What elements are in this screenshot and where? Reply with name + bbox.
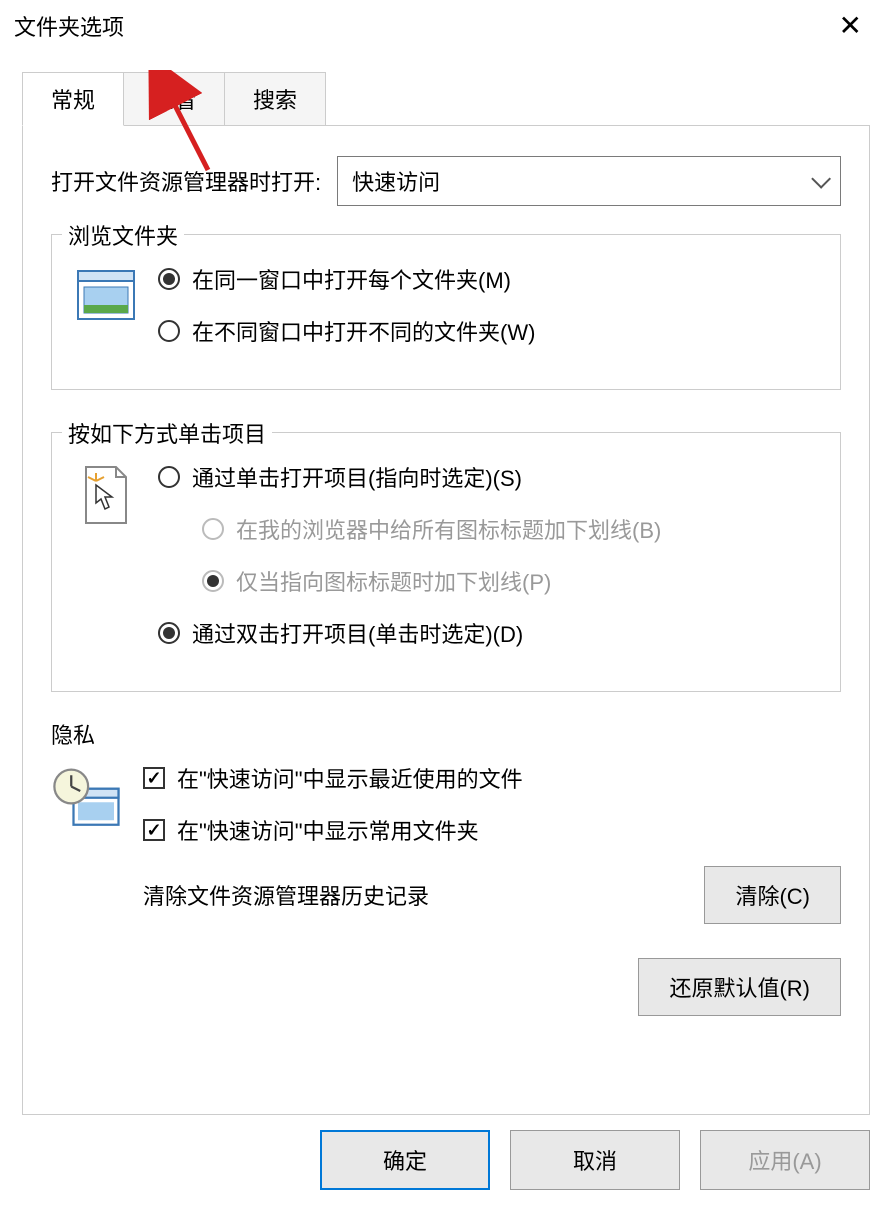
tab-view[interactable]: 查看 bbox=[123, 72, 225, 126]
chevron-down-icon bbox=[811, 169, 831, 189]
radio-icon bbox=[158, 622, 180, 644]
radio-label: 在同一窗口中打开每个文件夹(M) bbox=[192, 263, 511, 295]
open-explorer-dropdown[interactable]: 快速访问 bbox=[337, 156, 841, 206]
radio-label: 在不同窗口中打开不同的文件夹(W) bbox=[192, 315, 535, 347]
tab-panel-general: 打开文件资源管理器时打开: 快速访问 浏览文件夹 在同一窗口中打开每个文件夹(M… bbox=[22, 125, 870, 1115]
clear-history-label: 清除文件资源管理器历史记录 bbox=[143, 879, 429, 911]
privacy-legend: 隐私 bbox=[51, 718, 101, 750]
open-explorer-row: 打开文件资源管理器时打开: 快速访问 bbox=[51, 156, 841, 206]
radio-icon bbox=[202, 518, 224, 540]
restore-defaults-button[interactable]: 还原默认值(R) bbox=[638, 958, 841, 1016]
radio-different-window[interactable]: 在不同窗口中打开不同的文件夹(W) bbox=[158, 315, 818, 347]
folder-window-icon bbox=[74, 265, 138, 329]
radio-single-click[interactable]: 通过单击打开项目(指向时选定)(S) bbox=[158, 461, 818, 493]
browse-folders-legend: 浏览文件夹 bbox=[62, 219, 184, 251]
checkbox-icon bbox=[143, 767, 165, 789]
radio-label: 通过单击打开项目(指向时选定)(S) bbox=[192, 461, 522, 493]
radio-icon bbox=[158, 268, 180, 290]
radio-double-click[interactable]: 通过双击打开项目(单击时选定)(D) bbox=[158, 617, 818, 649]
restore-row: 还原默认值(R) bbox=[51, 958, 841, 1016]
radio-underline-hover: 仅当指向图标标题时加下划线(P) bbox=[202, 565, 818, 597]
browse-folders-group: 浏览文件夹 在同一窗口中打开每个文件夹(M) 在不同窗口中打开不同的文件夹(W) bbox=[51, 234, 841, 390]
close-button[interactable]: ✕ bbox=[827, 8, 874, 44]
cancel-button[interactable]: 取消 bbox=[510, 1130, 680, 1190]
radio-same-window[interactable]: 在同一窗口中打开每个文件夹(M) bbox=[158, 263, 818, 295]
radio-icon bbox=[158, 320, 180, 342]
radio-icon bbox=[158, 466, 180, 488]
click-items-group: 按如下方式单击项目 通过单击打开项目(指向时选定)(S) bbox=[51, 432, 841, 692]
history-clock-icon bbox=[51, 764, 123, 836]
radio-icon bbox=[202, 570, 224, 592]
window-title: 文件夹选项 bbox=[14, 10, 124, 42]
apply-button: 应用(A) bbox=[700, 1130, 870, 1190]
check-frequent-folders[interactable]: 在"快速访问"中显示常用文件夹 bbox=[143, 814, 841, 846]
dropdown-value: 快速访问 bbox=[352, 165, 440, 197]
checkbox-icon bbox=[143, 819, 165, 841]
tab-general[interactable]: 常规 bbox=[22, 72, 124, 126]
tab-search[interactable]: 搜索 bbox=[224, 72, 326, 126]
dialog-footer: 确定 取消 应用(A) bbox=[320, 1130, 870, 1190]
clear-history-row: 清除文件资源管理器历史记录 清除(C) bbox=[143, 866, 841, 924]
check-label: 在"快速访问"中显示常用文件夹 bbox=[177, 814, 479, 846]
radio-underline-all: 在我的浏览器中给所有图标标题加下划线(B) bbox=[202, 513, 818, 545]
click-document-icon bbox=[74, 463, 138, 527]
radio-label: 通过双击打开项目(单击时选定)(D) bbox=[192, 617, 523, 649]
click-items-legend: 按如下方式单击项目 bbox=[62, 417, 272, 449]
ok-button[interactable]: 确定 bbox=[320, 1130, 490, 1190]
open-explorer-label: 打开文件资源管理器时打开: bbox=[51, 165, 321, 197]
check-recent-files[interactable]: 在"快速访问"中显示最近使用的文件 bbox=[143, 762, 841, 794]
radio-label: 仅当指向图标标题时加下划线(P) bbox=[236, 565, 551, 597]
tab-strip: 常规 查看 搜索 bbox=[22, 72, 888, 126]
clear-button[interactable]: 清除(C) bbox=[704, 866, 841, 924]
titlebar: 文件夹选项 ✕ bbox=[0, 0, 888, 58]
privacy-group: 隐私 在"快速访问"中显示最近使用的文件 bbox=[51, 734, 841, 946]
check-label: 在"快速访问"中显示最近使用的文件 bbox=[177, 762, 523, 794]
radio-label: 在我的浏览器中给所有图标标题加下划线(B) bbox=[236, 513, 661, 545]
